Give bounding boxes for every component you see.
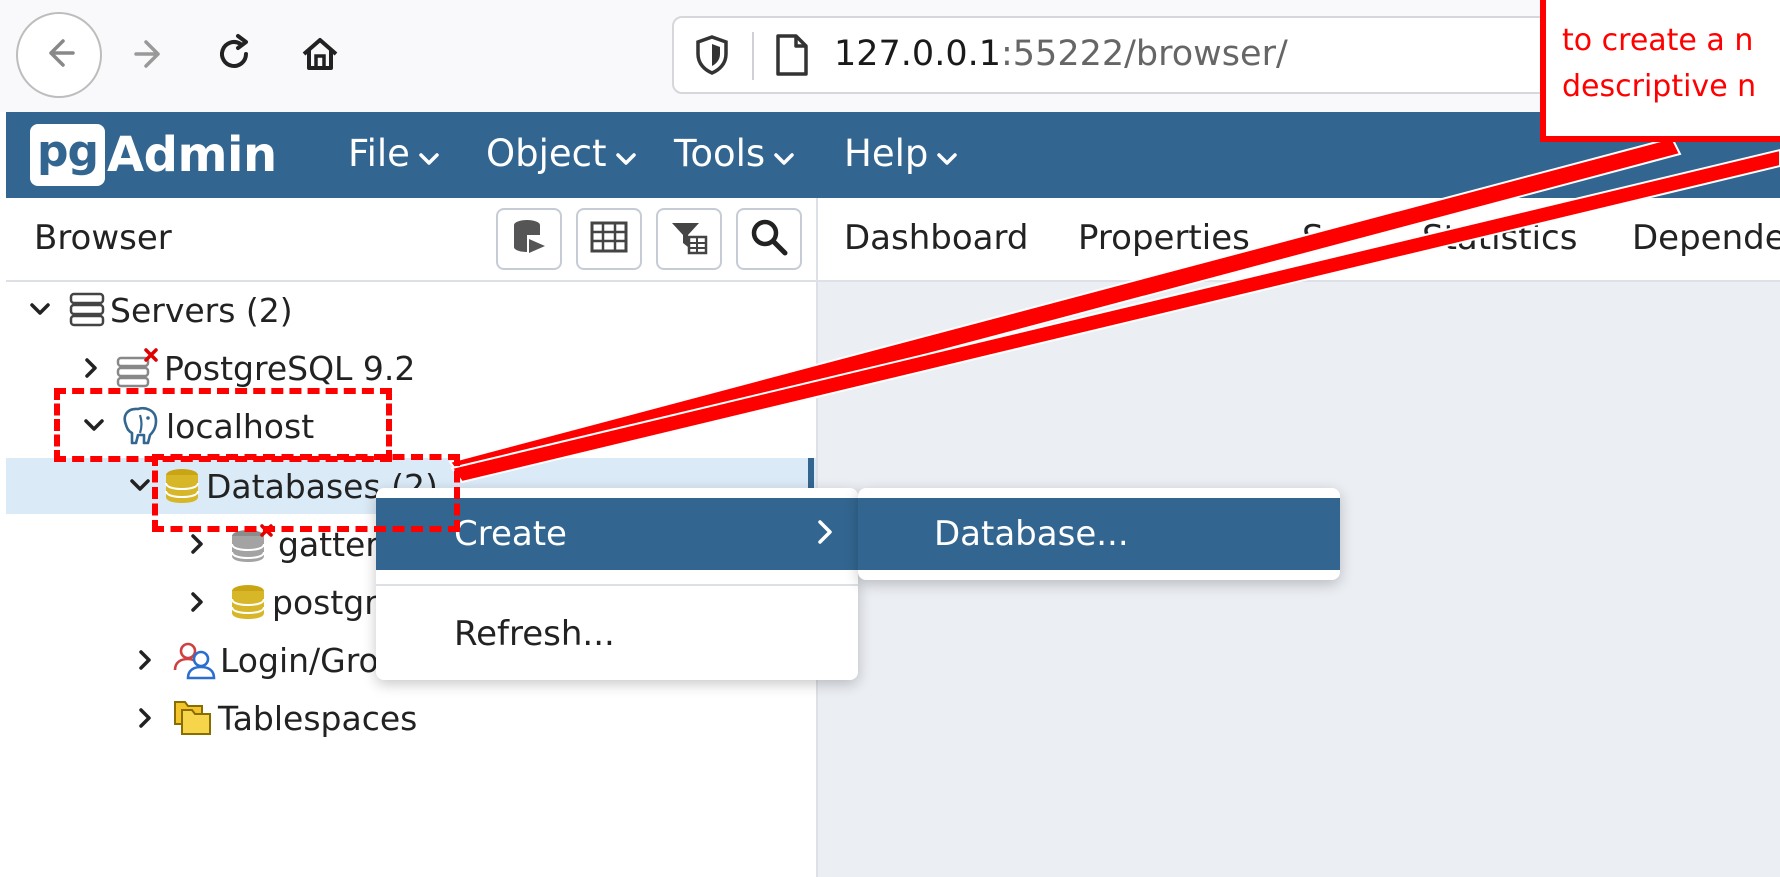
chevron-down-icon [936, 132, 958, 175]
chevron-right-icon[interactable] [134, 706, 158, 730]
menu-object[interactable]: Object [486, 132, 637, 175]
create-submenu: Database... [858, 488, 1340, 580]
annotation-line-1: to create a n [1562, 23, 1754, 58]
submenu-database[interactable]: Database... [858, 498, 1340, 570]
home-icon [298, 32, 342, 80]
reload-button[interactable] [190, 12, 278, 100]
logo-pg: pg [30, 124, 105, 186]
tab-dependencies[interactable]: Depende [1632, 218, 1780, 258]
tree-label-tablespaces: Tablespaces [218, 698, 418, 738]
chevron-right-icon [814, 514, 838, 559]
menu-tools[interactable]: Tools [674, 132, 795, 175]
filter-table-icon [669, 217, 709, 261]
chevron-right-icon[interactable] [80, 356, 104, 380]
chevron-down-icon[interactable] [26, 300, 54, 320]
home-button[interactable] [276, 12, 364, 100]
menu-object-label: Object [486, 132, 607, 175]
menu-divider [376, 584, 858, 586]
browser-panel-title: Browser [34, 218, 172, 258]
view-data-button[interactable] [576, 208, 642, 270]
menu-tools-label: Tools [674, 132, 766, 175]
logo-admin: Admin [107, 127, 277, 183]
browser-panel-header: Browser [6, 198, 816, 282]
chevron-down-icon [773, 132, 795, 175]
tab-dashboard[interactable]: Dashboard [844, 218, 1028, 258]
tree-label-servers: Servers (2) [110, 290, 293, 330]
pgadmin-logo[interactable]: pg Admin [30, 124, 277, 186]
filtered-rows-button[interactable] [656, 208, 722, 270]
submenu-database-label: Database... [934, 514, 1129, 554]
database-icon [228, 583, 268, 621]
tabs-bar: Dashboard Properties S Statistics Depend… [818, 198, 1780, 282]
annotation-callout: to create a n descriptive n [1540, 0, 1780, 142]
search-objects-button[interactable] [736, 208, 802, 270]
context-menu-refresh[interactable]: Refresh... [376, 598, 858, 668]
browser-chrome: 127.0.0.1:55222/browser/ [0, 0, 1780, 112]
tree-label-login-roles: Login/Gro [220, 640, 379, 680]
table-icon [589, 219, 629, 259]
page-icon [772, 32, 812, 82]
context-menu-create-label: Create [454, 514, 567, 554]
menu-help[interactable]: Help [844, 132, 958, 175]
tab-statistics[interactable]: Statistics [1422, 218, 1577, 258]
menu-file[interactable]: File [348, 132, 440, 175]
server-disconnected-icon [116, 348, 160, 388]
search-icon [749, 217, 789, 261]
chevron-right-icon[interactable] [134, 648, 158, 672]
chevron-right-icon[interactable] [186, 590, 210, 614]
tab-properties[interactable]: Properties [1078, 218, 1250, 258]
annotation-line-2: descriptive n [1562, 69, 1757, 104]
highlight-localhost [54, 388, 392, 462]
url-path: :55222/browser/ [1001, 34, 1288, 74]
menu-help-label: Help [844, 132, 929, 175]
chevron-down-icon [418, 132, 440, 175]
chevron-down-icon [615, 132, 637, 175]
users-icon [172, 640, 216, 680]
url-separator [752, 32, 754, 80]
tab-sql[interactable]: S [1302, 218, 1324, 258]
server-group-icon [68, 291, 106, 329]
menu-file-label: File [348, 132, 410, 175]
chevron-down-icon[interactable] [126, 476, 154, 496]
database-query-icon [509, 217, 549, 261]
tree-item-servers[interactable]: Servers (2) [6, 282, 816, 338]
chevron-right-icon[interactable] [186, 532, 210, 556]
tree-label-postgres: postgr [272, 582, 378, 622]
url-text[interactable]: 127.0.0.1:55222/browser/ [834, 34, 1288, 74]
url-host: 127.0.0.1 [834, 34, 1001, 74]
back-button[interactable] [16, 12, 102, 98]
reload-icon [212, 32, 256, 80]
annotation-text: to create a n descriptive n [1562, 18, 1756, 110]
app-navbar: pg Admin File Object Tools Help [6, 112, 1780, 198]
tree-item-tablespaces[interactable]: Tablespaces [6, 690, 816, 746]
arrow-right-icon [130, 34, 170, 78]
forward-button[interactable] [106, 12, 194, 100]
tree-label-postgresql: PostgreSQL 9.2 [164, 348, 416, 388]
highlight-databases [152, 454, 460, 532]
shield-icon [694, 34, 730, 80]
context-menu-refresh-label: Refresh... [454, 614, 615, 654]
folders-icon [172, 698, 214, 738]
arrow-left-icon [39, 33, 79, 77]
query-tool-button[interactable] [496, 208, 562, 270]
